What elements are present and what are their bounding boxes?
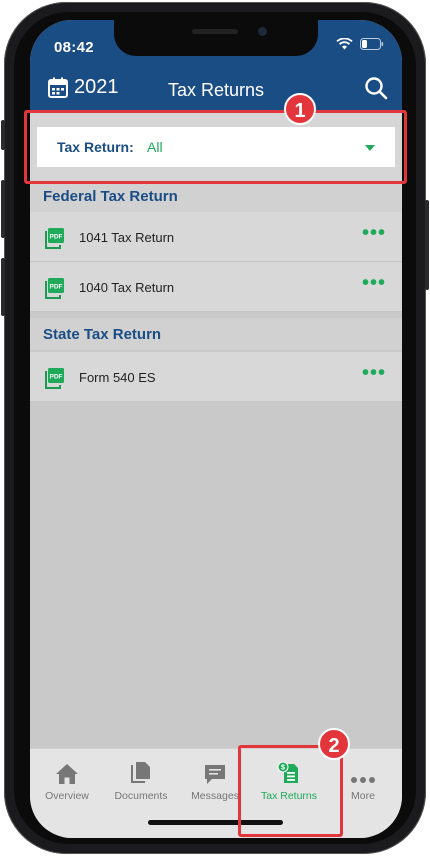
svg-text:PDF: PDF (50, 374, 63, 381)
pdf-icon: PDF (45, 368, 64, 389)
section-header-federal: Federal Tax Return (30, 180, 402, 212)
list-item[interactable]: PDF 1040 Tax Return ••• (30, 262, 402, 312)
documents-icon (131, 762, 150, 783)
ellipsis-icon[interactable]: ••• (362, 273, 386, 293)
battery-icon (360, 38, 384, 50)
ellipsis-icon[interactable]: ••• (362, 223, 386, 243)
annotation-badge-1: 1 (284, 93, 316, 125)
front-camera (258, 27, 267, 36)
speaker (192, 29, 238, 34)
section-title: Federal Tax Return (43, 188, 178, 205)
svg-text:PDF: PDF (50, 284, 63, 291)
home-icon (56, 764, 78, 784)
annotation-badge-2: 2 (318, 728, 350, 760)
list-item-label: 1040 Tax Return (79, 280, 175, 295)
tab-label: Overview (45, 790, 89, 802)
power-button (425, 200, 429, 290)
section-title: State Tax Return (43, 326, 162, 343)
tab-label: Documents (114, 790, 168, 802)
svg-text:PDF: PDF (50, 234, 63, 241)
volume-up-button (1, 180, 5, 238)
notch (114, 20, 318, 56)
title-bar: 2021 Tax Returns (30, 76, 402, 110)
status-bar: 08:42 (30, 20, 402, 64)
messages-icon (205, 765, 225, 784)
wifi-icon (336, 38, 353, 50)
annotation-highlight-filter (24, 110, 407, 184)
list-item[interactable]: PDF 1041 Tax Return ••• (30, 212, 402, 262)
more-icon (351, 777, 375, 783)
search-button[interactable] (364, 76, 388, 105)
volume-down-button (1, 258, 5, 316)
section-header-state: State Tax Return (30, 318, 402, 350)
list-item-label: 1041 Tax Return (79, 230, 175, 245)
pdf-icon: PDF (45, 278, 64, 299)
silent-switch (1, 120, 5, 150)
status-time: 08:42 (54, 39, 94, 56)
search-icon (365, 77, 388, 100)
ellipsis-icon[interactable]: ••• (362, 363, 386, 383)
list-item[interactable]: PDF Form 540 ES ••• (30, 352, 402, 402)
tab-documents[interactable]: Documents (104, 759, 178, 802)
status-icons (336, 38, 384, 50)
pdf-icon: PDF (45, 228, 64, 249)
list-item-label: Form 540 ES (79, 370, 156, 385)
page-title: Tax Returns (167, 80, 265, 100)
tab-overview[interactable]: Overview (30, 759, 104, 802)
app-header: 08:42 2021 Tax Returns (30, 20, 402, 110)
